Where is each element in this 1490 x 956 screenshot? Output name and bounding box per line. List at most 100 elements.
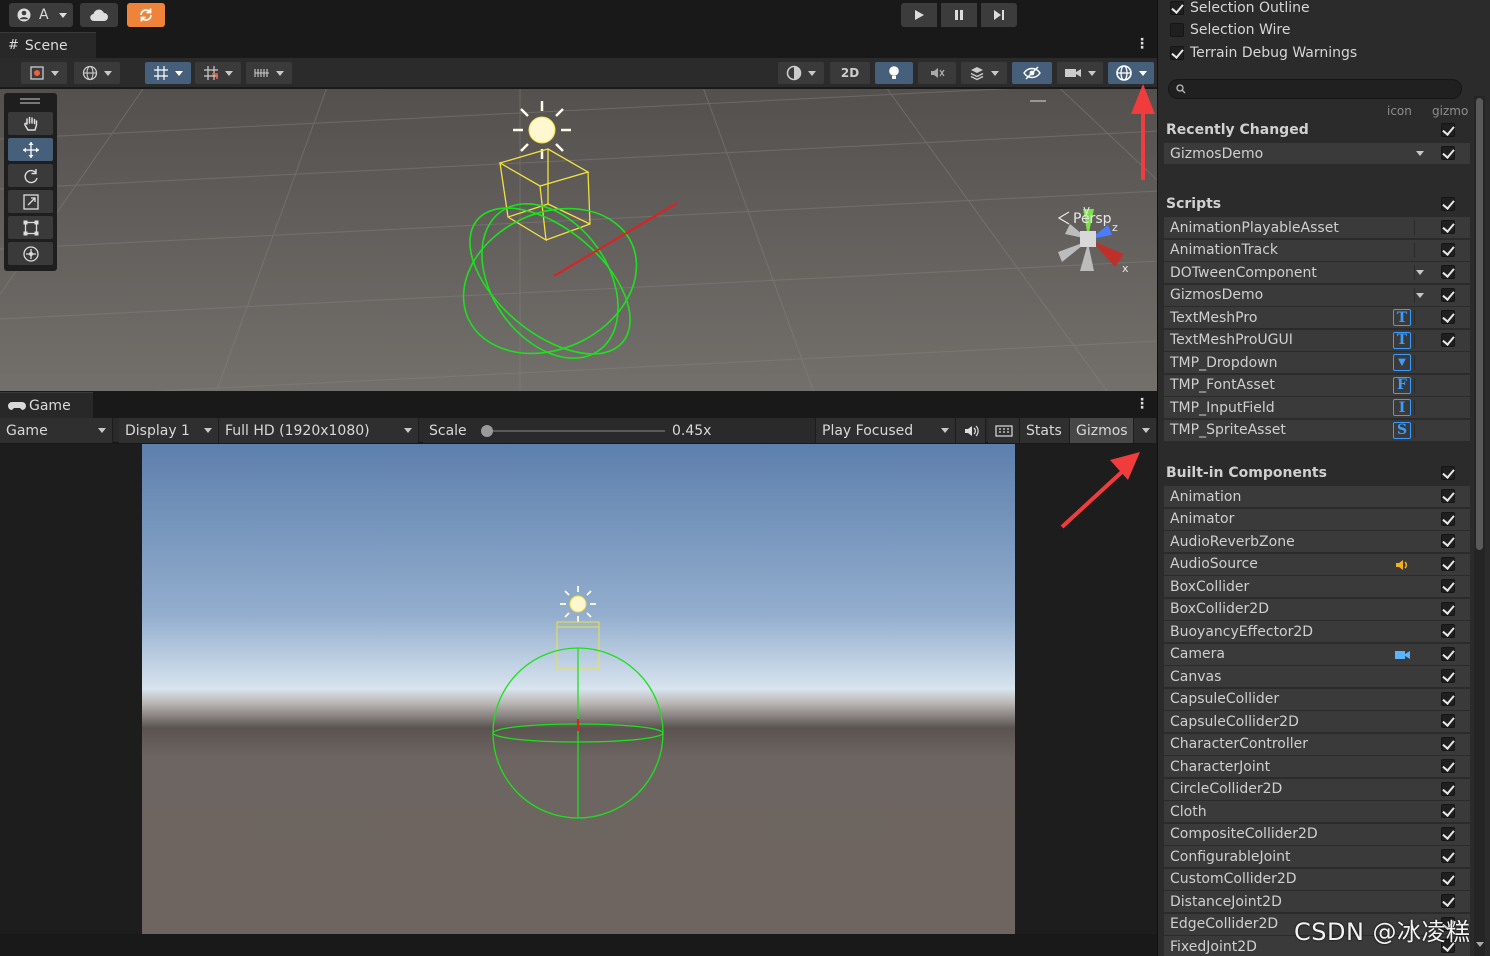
list-item-circlecollider2d[interactable]: CircleCollider2D <box>1164 778 1470 800</box>
list-item-characterjoint[interactable]: CharacterJoint <box>1164 756 1470 777</box>
section-toggle-checkbox[interactable] <box>1441 466 1455 480</box>
rect-tool-button[interactable] <box>8 216 53 239</box>
list-item-animationtrack[interactable]: AnimationTrack <box>1164 239 1470 261</box>
gizmo-checkbox[interactable] <box>1441 894 1455 908</box>
effects-dropdown[interactable] <box>961 62 1007 84</box>
shading-mode-dropdown[interactable] <box>778 62 824 84</box>
list-item-distancejoint2d[interactable]: DistanceJoint2D <box>1164 891 1470 912</box>
scale-slider-thumb[interactable] <box>480 425 493 437</box>
gizmo-checkbox[interactable] <box>1441 146 1455 160</box>
gizmo-checkbox[interactable] <box>1441 489 1455 503</box>
list-item-tmp-inputfield[interactable]: TMP_InputField I <box>1164 397 1470 418</box>
account-dropdown[interactable]: A <box>9 3 73 27</box>
option-selection-wire[interactable]: Selection Wire <box>1170 19 1290 41</box>
gizmo-checkbox[interactable] <box>1441 556 1455 571</box>
gizmo-checkbox[interactable] <box>1441 310 1455 324</box>
mute-audio-toggle[interactable] <box>956 418 986 443</box>
incremental-snap-dropdown[interactable] <box>195 62 241 84</box>
list-item-cloth[interactable]: Cloth <box>1164 801 1470 822</box>
gizmo-checkbox[interactable] <box>1441 534 1455 548</box>
tab-scene[interactable]: # Scene <box>0 32 96 58</box>
gizmo-checkbox[interactable] <box>1441 601 1455 616</box>
gizmo-scrollbar[interactable] <box>1474 96 1485 956</box>
audio-toggle[interactable] <box>918 62 956 84</box>
scene-menu-icon[interactable]: ⋮ <box>1135 36 1149 52</box>
section-toggle-checkbox[interactable] <box>1441 197 1455 211</box>
gizmo-checkbox[interactable] <box>1441 624 1455 638</box>
speaker-icon[interactable] <box>1395 558 1411 572</box>
list-item-canvas[interactable]: Canvas <box>1164 666 1470 687</box>
global-local-dropdown[interactable] <box>74 62 120 84</box>
gizmos-dropdown[interactable] <box>1108 62 1154 84</box>
scroll-down-icon[interactable] <box>1476 936 1484 951</box>
gizmo-checkbox[interactable] <box>1441 579 1455 593</box>
2d-toggle[interactable]: 2D <box>830 62 870 84</box>
gizmo-checkbox[interactable] <box>1441 849 1455 863</box>
gizmo-checkbox[interactable] <box>1441 646 1455 661</box>
stats-toggle[interactable]: Stats <box>1020 418 1070 443</box>
game-gizmos-dropdown[interactable] <box>1134 418 1157 443</box>
play-button[interactable] <box>901 3 937 27</box>
option-checkbox[interactable] <box>1170 1 1184 15</box>
chevron-down-icon[interactable] <box>1416 292 1424 298</box>
list-item-audioreverbzone[interactable]: AudioReverbZone <box>1164 531 1470 552</box>
script-icon[interactable]: T <box>1393 309 1411 326</box>
gizmo-checkbox[interactable] <box>1441 511 1455 526</box>
script-icon[interactable]: S <box>1393 421 1411 439</box>
list-item-dotweencomponent[interactable]: DOTweenComponent <box>1164 262 1470 283</box>
play-mode-select[interactable]: Play Focused <box>816 418 956 443</box>
list-item-tmp-fontasset[interactable]: TMP_FontAsset F <box>1164 374 1470 396</box>
gizmo-checkbox[interactable] <box>1441 287 1455 302</box>
list-item-buoyancyeffector2d[interactable]: BuoyancyEffector2D <box>1164 621 1470 642</box>
overlay-drag-handle[interactable] <box>20 98 40 100</box>
game-menu-icon[interactable]: ⋮ <box>1135 396 1149 412</box>
grid-snapping-dropdown[interactable] <box>145 62 191 84</box>
list-item-customcollider2d[interactable]: CustomCollider2D <box>1164 868 1470 890</box>
gizmo-checkbox[interactable] <box>1441 871 1455 886</box>
resolution-select[interactable]: Full HD (1920x1080) <box>219 418 419 443</box>
hand-tool-button[interactable] <box>8 112 53 135</box>
option-checkbox[interactable] <box>1170 46 1184 60</box>
scene-viewport[interactable]: y z x Persp <box>0 89 1157 391</box>
gizmo-checkbox[interactable] <box>1441 804 1455 818</box>
list-item-tmp-dropdown[interactable]: TMP_Dropdown ▼ <box>1164 352 1470 373</box>
list-item-boxcollider2d[interactable]: BoxCollider2D <box>1164 598 1470 620</box>
lighting-toggle[interactable] <box>875 62 913 84</box>
camera-settings-dropdown[interactable] <box>1057 62 1103 84</box>
chevron-down-icon[interactable] <box>1416 151 1424 156</box>
option-terrain-debug-warnings[interactable]: Terrain Debug Warnings <box>1170 42 1357 64</box>
step-button[interactable] <box>981 3 1017 27</box>
gizmo-checkbox[interactable] <box>1441 242 1455 257</box>
move-tool-button[interactable] <box>8 138 53 161</box>
display-select[interactable]: Display 1 <box>119 418 219 443</box>
collab-button[interactable] <box>127 3 165 27</box>
gizmo-scrollbar-thumb[interactable] <box>1476 98 1483 550</box>
chevron-down-icon[interactable] <box>1416 270 1424 275</box>
gizmo-checkbox[interactable] <box>1441 736 1455 751</box>
scale-slider-track[interactable] <box>481 430 665 432</box>
list-item-configurablejoint[interactable]: ConfigurableJoint <box>1164 846 1470 867</box>
list-item-charactercontroller[interactable]: CharacterController <box>1164 733 1470 755</box>
section-toggle-checkbox[interactable] <box>1441 123 1455 137</box>
gizmo-checkbox[interactable] <box>1441 669 1455 683</box>
game-view-select[interactable]: Game <box>0 418 113 443</box>
gizmo-checkbox[interactable] <box>1441 691 1455 706</box>
gizmo-checkbox[interactable] <box>1441 332 1455 347</box>
gizmo-search-input[interactable] <box>1168 79 1462 99</box>
camera-icon[interactable] <box>1394 649 1412 661</box>
gizmo-checkbox[interactable] <box>1441 265 1455 279</box>
game-gizmos-toggle[interactable]: Gizmos <box>1070 418 1134 443</box>
shortcuts-toggle[interactable] <box>988 418 1020 443</box>
gizmo-checkbox[interactable] <box>1441 714 1455 728</box>
cloud-button[interactable] <box>80 3 118 27</box>
list-item-textmeshpro[interactable]: TextMeshPro T <box>1164 307 1470 328</box>
list-item-gizmosdemo[interactable]: GizmosDemo <box>1164 284 1470 306</box>
tab-game[interactable]: Game <box>0 392 93 418</box>
list-item-capsulecollider[interactable]: CapsuleCollider <box>1164 688 1470 710</box>
draw-mode-dropdown[interactable] <box>21 62 67 84</box>
script-icon[interactable]: ▼ <box>1393 354 1411 371</box>
script-icon[interactable]: T <box>1393 331 1411 349</box>
list-item-animationplayableasset[interactable]: AnimationPlayableAsset <box>1164 217 1470 238</box>
option-selection-outline[interactable]: Selection Outline <box>1170 0 1310 19</box>
script-icon[interactable]: F <box>1393 376 1411 394</box>
